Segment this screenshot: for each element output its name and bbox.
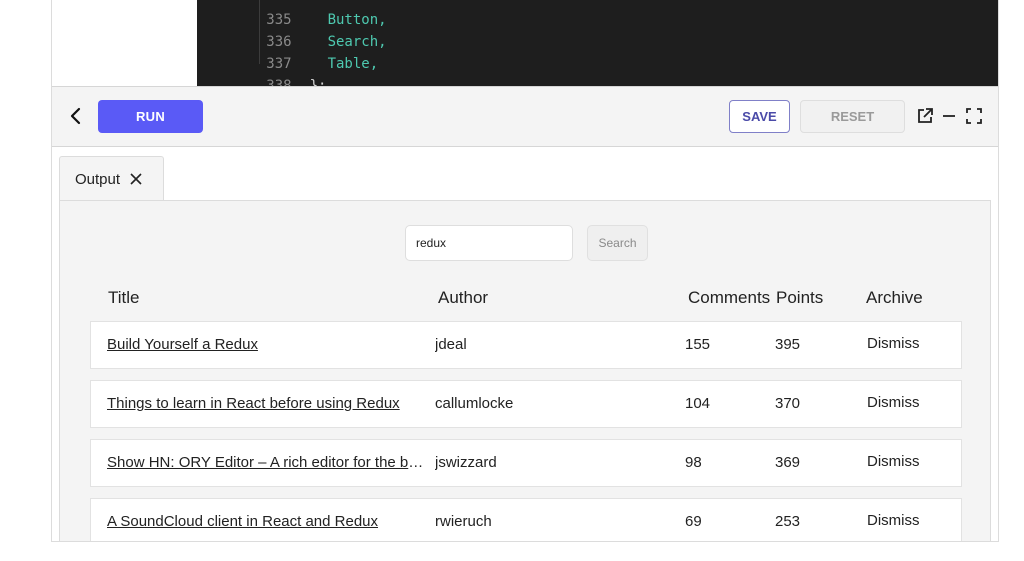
story-comments: 104 <box>685 395 711 412</box>
story-title-link[interactable]: Things to learn in React before using Re… <box>107 381 425 427</box>
output-panel: Search Title Author Comments Points Arch… <box>59 200 991 541</box>
code-line: 337 Table, <box>197 31 378 72</box>
minimize-button[interactable] <box>940 107 958 125</box>
tab-output[interactable]: Output <box>59 156 164 201</box>
tab-label: Output <box>75 170 121 188</box>
story-author: jswizzard <box>435 454 497 471</box>
column-header-author: Author <box>438 288 489 307</box>
story-comments: 69 <box>685 513 702 530</box>
dismiss-button[interactable]: Dismiss <box>867 499 920 541</box>
dismiss-button[interactable]: Dismiss <box>867 440 920 486</box>
fullscreen-button[interactable] <box>965 107 983 125</box>
search-button[interactable]: Search <box>587 225 648 261</box>
open-external-button[interactable] <box>916 107 934 125</box>
code-line: 338}; <box>197 53 326 94</box>
column-header-points: Points <box>776 288 824 307</box>
story-points: 370 <box>775 395 801 412</box>
story-points: 395 <box>775 336 801 353</box>
search-input[interactable] <box>405 225 573 261</box>
column-header-comments: Comments <box>688 288 771 307</box>
output-tabs: Output <box>52 147 998 201</box>
table-row: Things to learn in React before using Re… <box>90 380 962 428</box>
chevron-left-icon <box>70 107 81 125</box>
toolbar: RUN SAVE RESET <box>52 86 998 147</box>
reset-button[interactable]: RESET <box>800 100 905 133</box>
story-points: 369 <box>775 454 801 471</box>
column-header-archive: Archive <box>866 288 923 307</box>
story-comments: 155 <box>685 336 711 353</box>
dismiss-button[interactable]: Dismiss <box>867 381 920 427</box>
story-author: jdeal <box>435 336 467 353</box>
story-points: 253 <box>775 513 801 530</box>
close-icon[interactable] <box>130 173 142 185</box>
table-row: Show HN: ORY Editor – A rich editor for … <box>90 439 962 487</box>
dismiss-button[interactable]: Dismiss <box>867 322 920 368</box>
story-title-link[interactable]: A SoundCloud client in React and Redux <box>107 499 425 541</box>
table-row: A SoundCloud client in React and Redux r… <box>90 498 962 541</box>
external-link-icon <box>918 108 933 123</box>
save-button[interactable]: SAVE <box>729 100 790 133</box>
code-line: 335 Button, <box>197 0 386 28</box>
code-playground: 335Button, 336Search, 337Table, 338}; RU… <box>51 0 999 542</box>
code-editor[interactable]: 335Button, 336Search, 337Table, 338}; <box>197 0 998 94</box>
table-row: Build Yourself a Redux jdeal 155 395 Dis… <box>90 321 962 369</box>
story-author: callumlocke <box>435 395 514 412</box>
code-line: 336 Search, <box>197 9 386 50</box>
story-author: rwieruch <box>435 513 492 530</box>
story-title-link[interactable]: Show HN: ORY Editor – A rich editor for … <box>107 440 425 486</box>
column-header-title: Title <box>108 288 140 307</box>
story-title-link[interactable]: Build Yourself a Redux <box>107 322 425 368</box>
story-comments: 98 <box>685 454 702 471</box>
minimize-icon <box>943 115 955 117</box>
run-button[interactable]: RUN <box>98 100 203 133</box>
back-button[interactable] <box>66 105 86 127</box>
fullscreen-icon <box>966 108 982 124</box>
